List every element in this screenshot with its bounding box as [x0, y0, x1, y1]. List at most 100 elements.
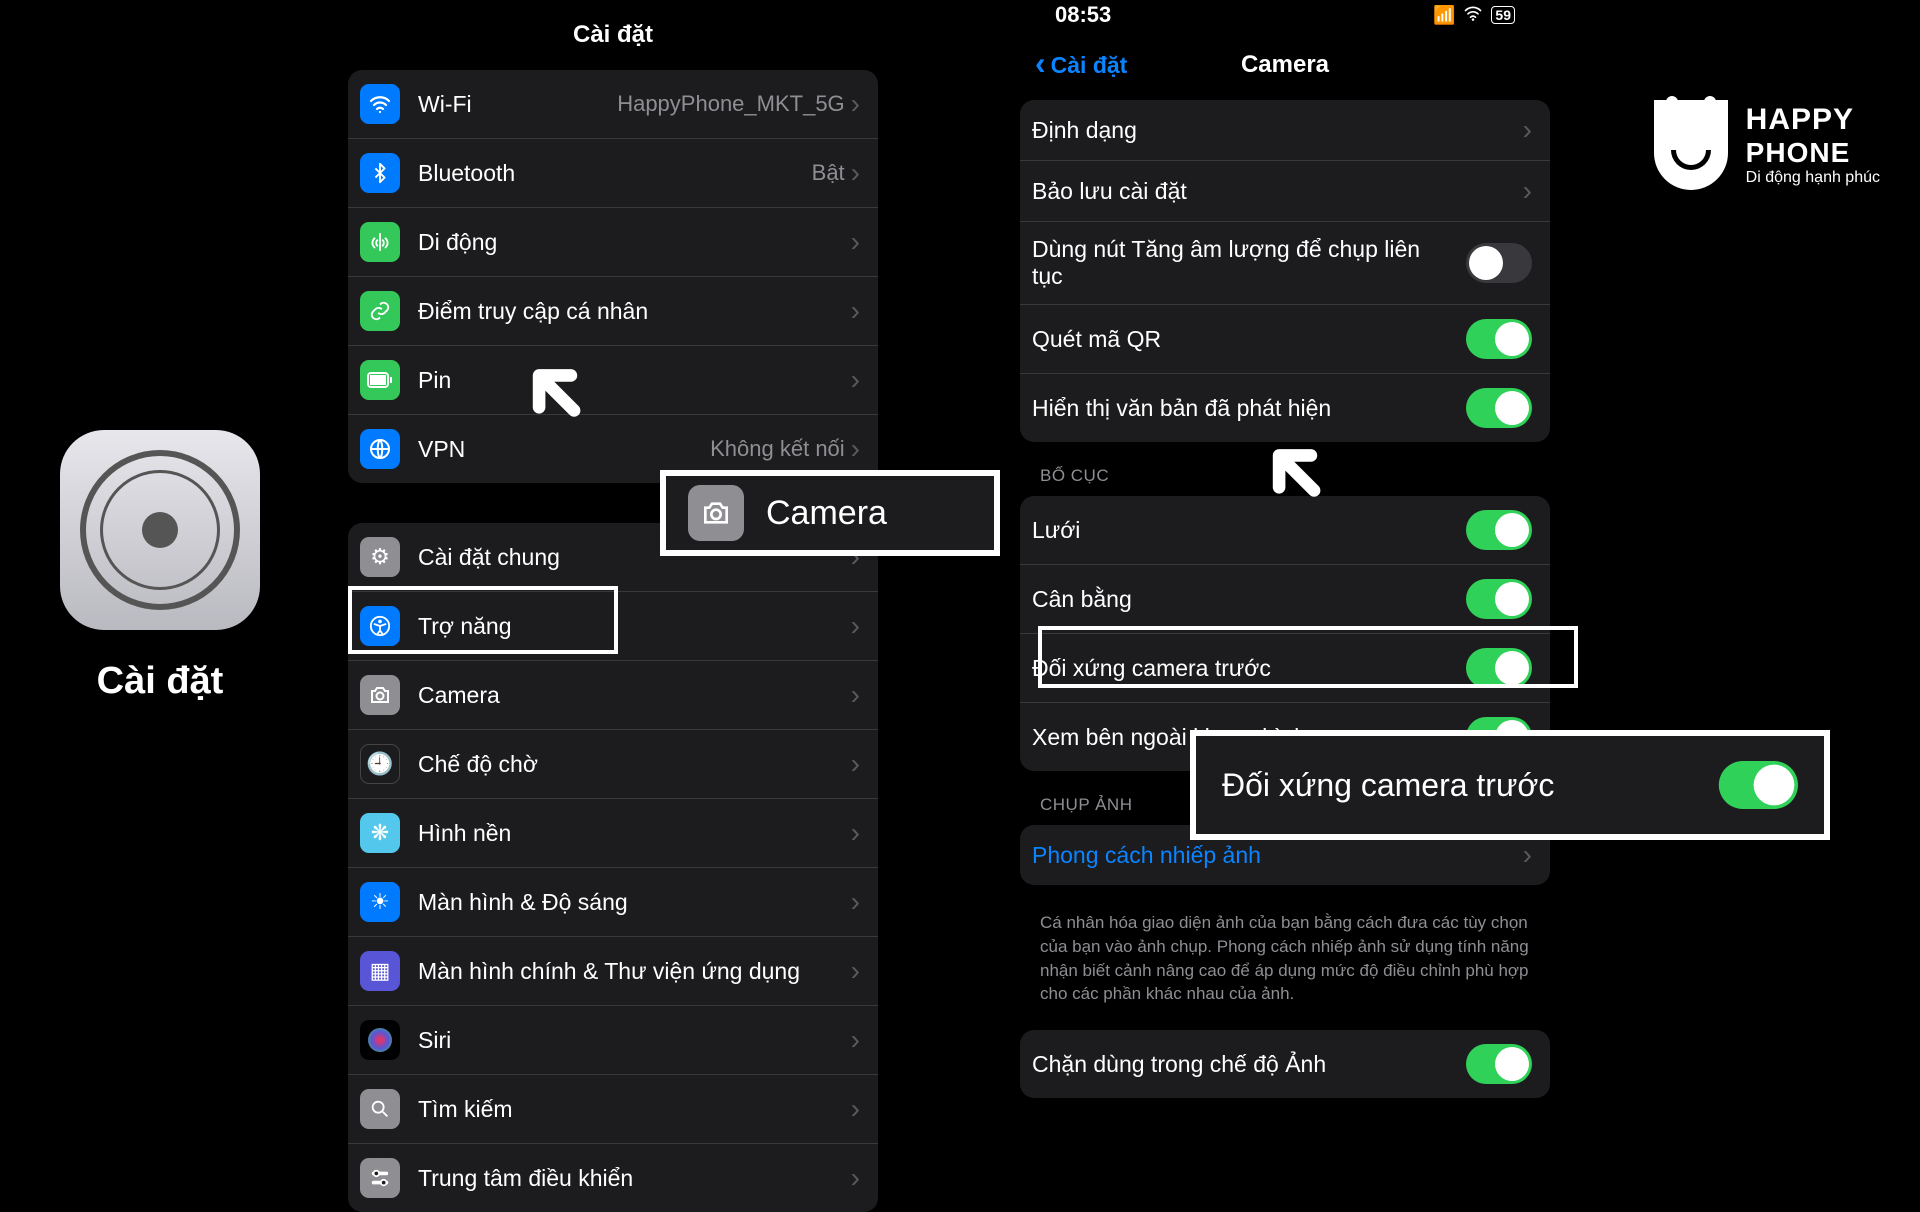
toggle-level[interactable] [1466, 579, 1532, 619]
back-label: Cài đặt [1051, 52, 1128, 79]
toggle-livetext[interactable] [1466, 388, 1532, 428]
display-label: Màn hình & Độ sáng [418, 889, 851, 916]
settings-title: Cài đặt [348, 0, 878, 70]
row-format[interactable]: Định dạng › [1020, 100, 1550, 161]
brightness-icon: ☀ [360, 882, 400, 922]
row-bluetooth[interactable]: Bluetooth Bật › [348, 139, 878, 208]
search-icon [360, 1089, 400, 1129]
row-wifi[interactable]: Wi-Fi HappyPhone_MKT_5G › [348, 70, 878, 139]
brand-line2: PHONE [1746, 137, 1880, 169]
highlight-camera-row [348, 586, 618, 654]
toggle-qr[interactable] [1466, 319, 1532, 359]
row-camera[interactable]: Camera › [348, 661, 878, 730]
photo-styles-label: Phong cách nhiếp ảnh [1032, 842, 1523, 869]
settings-app-block: Cài đặt [60, 430, 260, 703]
camera-icon [688, 485, 744, 541]
callout-mirror: Đối xứng camera trước [1190, 730, 1830, 840]
level-label: Cân bằng [1032, 586, 1466, 613]
wallpaper-label: Hình nền [418, 820, 851, 847]
photo-styles-footer: Cá nhân hóa giao diện ảnh của bạn bằng c… [1020, 901, 1550, 1030]
wallpaper-icon: ❋ [360, 813, 400, 853]
chevron-left-icon: ‹ [1035, 47, 1046, 79]
camera-title-text: Camera [1241, 51, 1329, 79]
bottom-row-label: Chặn dùng trong chế độ Ảnh [1032, 1051, 1466, 1078]
format-label: Định dạng [1032, 117, 1523, 144]
camera-icon [360, 675, 400, 715]
antenna-icon [360, 222, 400, 262]
globe-icon [360, 429, 400, 469]
cellular-label: Di động [418, 229, 851, 256]
gear-icon: ⚙ [360, 537, 400, 577]
settings-app-label: Cài đặt [97, 660, 224, 703]
callout-camera-text: Camera [766, 494, 887, 533]
controlcenter-label: Trung tâm điều khiển [418, 1165, 851, 1192]
link-icon [360, 291, 400, 331]
row-standby[interactable]: 🕘 Chế độ chờ › [348, 730, 878, 799]
bluetooth-value: Bật [812, 160, 845, 186]
hotspot-label: Điểm truy cập cá nhân [418, 298, 851, 325]
back-button[interactable]: ‹ Cài đặt [1035, 49, 1127, 81]
highlight-mirror-row [1038, 626, 1578, 688]
chevron-icon: › [851, 610, 860, 642]
chevron-icon: › [851, 295, 860, 327]
qr-label: Quét mã QR [1032, 326, 1466, 353]
row-wallpaper[interactable]: ❋ Hình nền › [348, 799, 878, 868]
homescreen-label: Màn hình chính & Thư viện ứng dụng [418, 958, 851, 985]
row-battery[interactable]: Pin › [348, 346, 878, 415]
toggle-bottom[interactable] [1466, 1044, 1532, 1084]
battery-status: 59 [1491, 6, 1515, 24]
battery-label: Pin [418, 367, 851, 394]
bluetooth-label: Bluetooth [418, 160, 812, 187]
chevron-icon: › [851, 226, 860, 258]
brand-bag-icon [1654, 100, 1728, 190]
chevron-icon: › [851, 748, 860, 780]
callout-mirror-text: Đối xứng camera trước [1222, 767, 1732, 804]
chevron-icon: › [851, 364, 860, 396]
brand-line1: HAPPY [1746, 103, 1880, 137]
chevron-icon: › [851, 157, 860, 189]
row-hotspot[interactable]: Điểm truy cập cá nhân › [348, 277, 878, 346]
chevron-icon: › [851, 433, 860, 465]
row-cellular[interactable]: Di động › [348, 208, 878, 277]
settings-title-text: Cài đặt [573, 21, 653, 49]
signal-icon: 📶 [1433, 5, 1455, 26]
chevron-icon: › [851, 88, 860, 120]
chevron-icon: › [851, 955, 860, 987]
search-label: Tìm kiếm [418, 1096, 851, 1123]
wifi-icon [360, 84, 400, 124]
row-bottom[interactable]: Chặn dùng trong chế độ Ảnh [1020, 1030, 1550, 1098]
siri-label: Siri [418, 1027, 851, 1054]
brand-line3: Di động hạnh phúc [1746, 169, 1880, 187]
status-icons: 📶 59 [1433, 5, 1515, 26]
grid-label: Lưới [1032, 517, 1466, 544]
toggle-grid[interactable] [1466, 510, 1532, 550]
standby-label: Chế độ chờ [418, 751, 851, 778]
brand-logo: HAPPY PHONE Di động hạnh phúc [1654, 100, 1880, 190]
callout-camera: Camera [660, 470, 1000, 556]
row-volume-burst[interactable]: Dùng nút Tăng âm lượng để chụp liên tục [1020, 222, 1550, 305]
row-level[interactable]: Cân bằng [1020, 565, 1550, 634]
row-siri[interactable]: Siri › [348, 1006, 878, 1075]
row-controlcenter[interactable]: Trung tâm điều khiển › [348, 1144, 878, 1212]
chevron-icon: › [851, 817, 860, 849]
camera-settings-titlebar: ‹ Cài đặt Camera [1020, 30, 1550, 100]
toggle-mirror-callout[interactable] [1719, 761, 1798, 809]
row-qr[interactable]: Quét mã QR [1020, 305, 1550, 374]
chevron-icon: › [851, 1093, 860, 1125]
chevron-icon: › [1523, 114, 1532, 146]
row-search[interactable]: Tìm kiếm › [348, 1075, 878, 1144]
status-time: 08:53 [1055, 2, 1111, 28]
settings-app-icon[interactable] [60, 430, 260, 630]
chevron-icon: › [851, 679, 860, 711]
livetext-label: Hiển thị văn bản đã phát hiện [1032, 395, 1466, 422]
toggle-volume-burst[interactable] [1466, 243, 1532, 283]
wifi-status-icon [1463, 5, 1483, 26]
homescreen-icon: ▦ [360, 951, 400, 991]
bluetooth-icon [360, 153, 400, 193]
vpn-value: Không kết nối [710, 436, 845, 462]
chevron-icon: › [1523, 839, 1532, 871]
phone-camera-settings: 08:53 📶 59 ‹ Cài đặt Camera Định dạng › … [1020, 0, 1550, 1080]
row-homescreen[interactable]: ▦ Màn hình chính & Thư viện ứng dụng › [348, 937, 878, 1006]
row-display[interactable]: ☀ Màn hình & Độ sáng › [348, 868, 878, 937]
row-preserve[interactable]: Bảo lưu cài đặt › [1020, 161, 1550, 222]
